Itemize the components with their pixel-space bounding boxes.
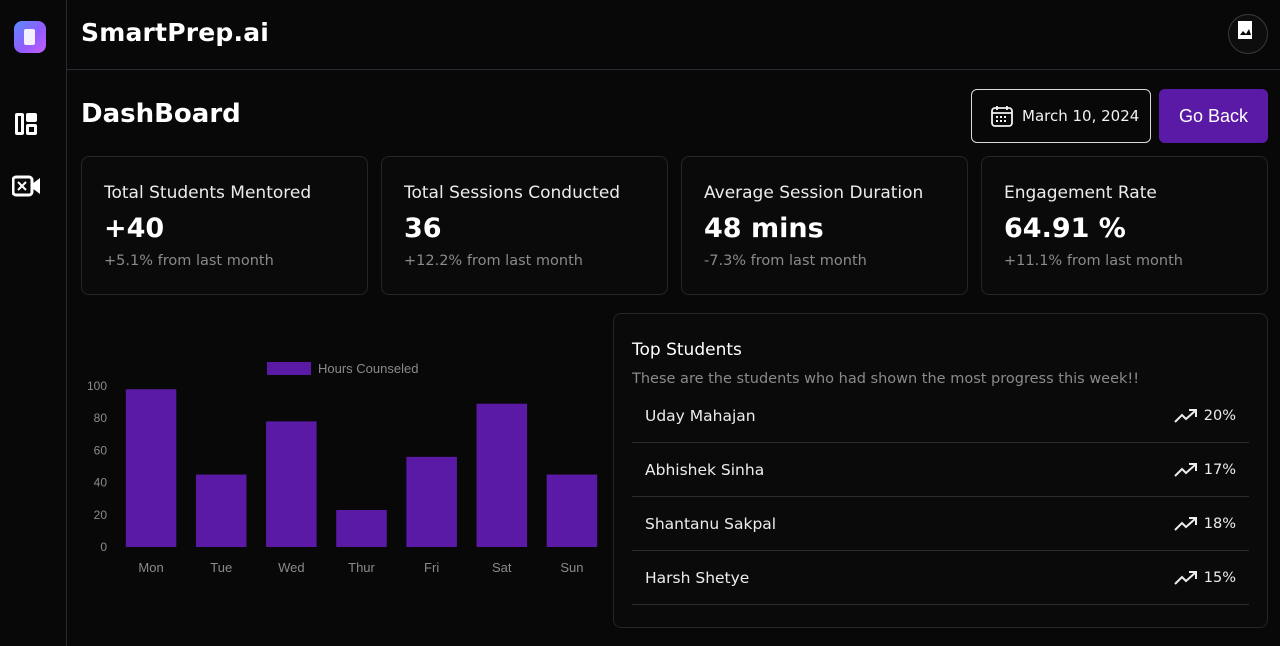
student-pct-value: 15% — [1203, 569, 1236, 586]
student-progress: 15% — [1174, 570, 1236, 586]
stat-change: +5.1% from last month — [104, 253, 274, 269]
stat-label: Total Students Mentored — [104, 183, 312, 203]
student-progress: 18% — [1174, 516, 1236, 532]
y-tick-label: 0 — [100, 540, 107, 554]
top-students-title: Top Students — [632, 340, 742, 360]
bar-sat[interactable] — [476, 403, 528, 547]
bar-fri[interactable] — [406, 456, 457, 547]
y-tick-label: 100 — [87, 379, 107, 393]
x-tick-label: Tue — [210, 560, 232, 575]
student-pct-value: 20% — [1203, 407, 1236, 424]
legend-label: Hours Counseled — [318, 361, 418, 376]
student-progress: 17% — [1174, 462, 1236, 478]
stat-label: Engagement Rate — [1004, 183, 1157, 203]
student-name: Uday Mahajan — [645, 406, 756, 425]
date-picker-button[interactable]: March 10, 2024 — [971, 89, 1151, 143]
trending-up-icon — [1174, 516, 1197, 531]
list-item[interactable]: Shantanu Sakpal 18% — [632, 497, 1249, 551]
x-tick-label: Mon — [138, 560, 163, 575]
legend-swatch — [267, 362, 311, 375]
bar-sun[interactable] — [546, 474, 598, 547]
list-item[interactable]: Uday Mahajan 20% — [632, 389, 1249, 443]
x-tick-label: Wed — [278, 560, 305, 575]
x-tick-label: Sat — [492, 560, 512, 575]
app-logo[interactable] — [14, 21, 46, 53]
stat-card-students: Total Students Mentored +40 +5.1% from l… — [81, 156, 368, 295]
stat-value: +40 — [104, 213, 165, 244]
student-name: Shantanu Sakpal — [645, 514, 777, 533]
trending-up-icon — [1174, 462, 1197, 477]
stat-value: 64.91 % — [1004, 213, 1126, 244]
top-students-subtitle: These are the students who had shown the… — [632, 371, 1140, 387]
date-label: March 10, 2024 — [1022, 107, 1140, 125]
bar-thur[interactable] — [336, 509, 387, 547]
stat-label: Average Session Duration — [704, 183, 924, 203]
go-back-button[interactable]: Go Back — [1159, 89, 1268, 143]
student-pct-value: 17% — [1203, 461, 1236, 478]
y-tick-label: 60 — [94, 443, 108, 457]
sidebar — [0, 0, 67, 646]
trending-up-icon — [1174, 570, 1197, 585]
stat-value: 48 mins — [704, 213, 824, 244]
student-name: Abhishek Sinha — [645, 460, 765, 479]
x-tick-label: Fri — [424, 560, 439, 575]
x-tick-label: Thur — [348, 560, 375, 575]
stat-card-engagement: Engagement Rate 64.91 % +11.1% from last… — [981, 156, 1268, 295]
stat-card-sessions: Total Sessions Conducted 36 +12.2% from … — [381, 156, 668, 295]
stat-card-duration: Average Session Duration 48 mins -7.3% f… — [681, 156, 968, 295]
y-tick-label: 40 — [94, 476, 108, 490]
bar-tue[interactable] — [195, 474, 247, 547]
stat-change: +11.1% from last month — [1004, 253, 1183, 269]
student-pct-value: 18% — [1203, 515, 1236, 532]
bar-mon[interactable] — [125, 389, 177, 547]
list-item[interactable]: Abhishek Sinha 17% — [632, 443, 1249, 497]
trending-up-icon — [1174, 408, 1197, 423]
student-name: Harsh Shetye — [645, 568, 750, 587]
dashboard-icon[interactable] — [12, 110, 40, 138]
list-item[interactable]: Harsh Shetye 15% — [632, 551, 1249, 605]
video-camera-icon[interactable] — [12, 172, 40, 200]
x-tick-label: Sun — [560, 560, 583, 575]
calendar-icon — [991, 106, 1013, 127]
stat-change: -7.3% from last month — [704, 253, 867, 269]
brand-name: SmartPrep.ai — [81, 18, 270, 47]
top-students-card: Top Students These are the students who … — [613, 313, 1268, 628]
avatar[interactable] — [1228, 14, 1268, 54]
y-tick-label: 80 — [94, 411, 108, 425]
hours-chart: Hours Counseled 0 20 40 60 80 100 Mon Tue Wed Thur… — [81, 350, 611, 590]
y-tick-label: 20 — [94, 508, 108, 522]
chart-legend: Hours Counseled — [267, 361, 418, 376]
page-title: DashBoard — [81, 99, 241, 129]
stat-value: 36 — [404, 213, 442, 244]
top-bar: SmartPrep.ai — [67, 0, 1280, 70]
bar-wed[interactable] — [266, 421, 317, 547]
stat-label: Total Sessions Conducted — [404, 183, 621, 203]
stat-change: +12.2% from last month — [404, 253, 583, 269]
student-list: Uday Mahajan 20% Abhishek Sinha 17% Shan… — [632, 389, 1249, 605]
broken-image-icon — [1238, 21, 1252, 39]
hours-chart-svg: Hours Counseled 0 20 40 60 80 100 Mon Tue Wed Thur… — [87, 361, 598, 575]
student-progress: 20% — [1174, 408, 1236, 424]
